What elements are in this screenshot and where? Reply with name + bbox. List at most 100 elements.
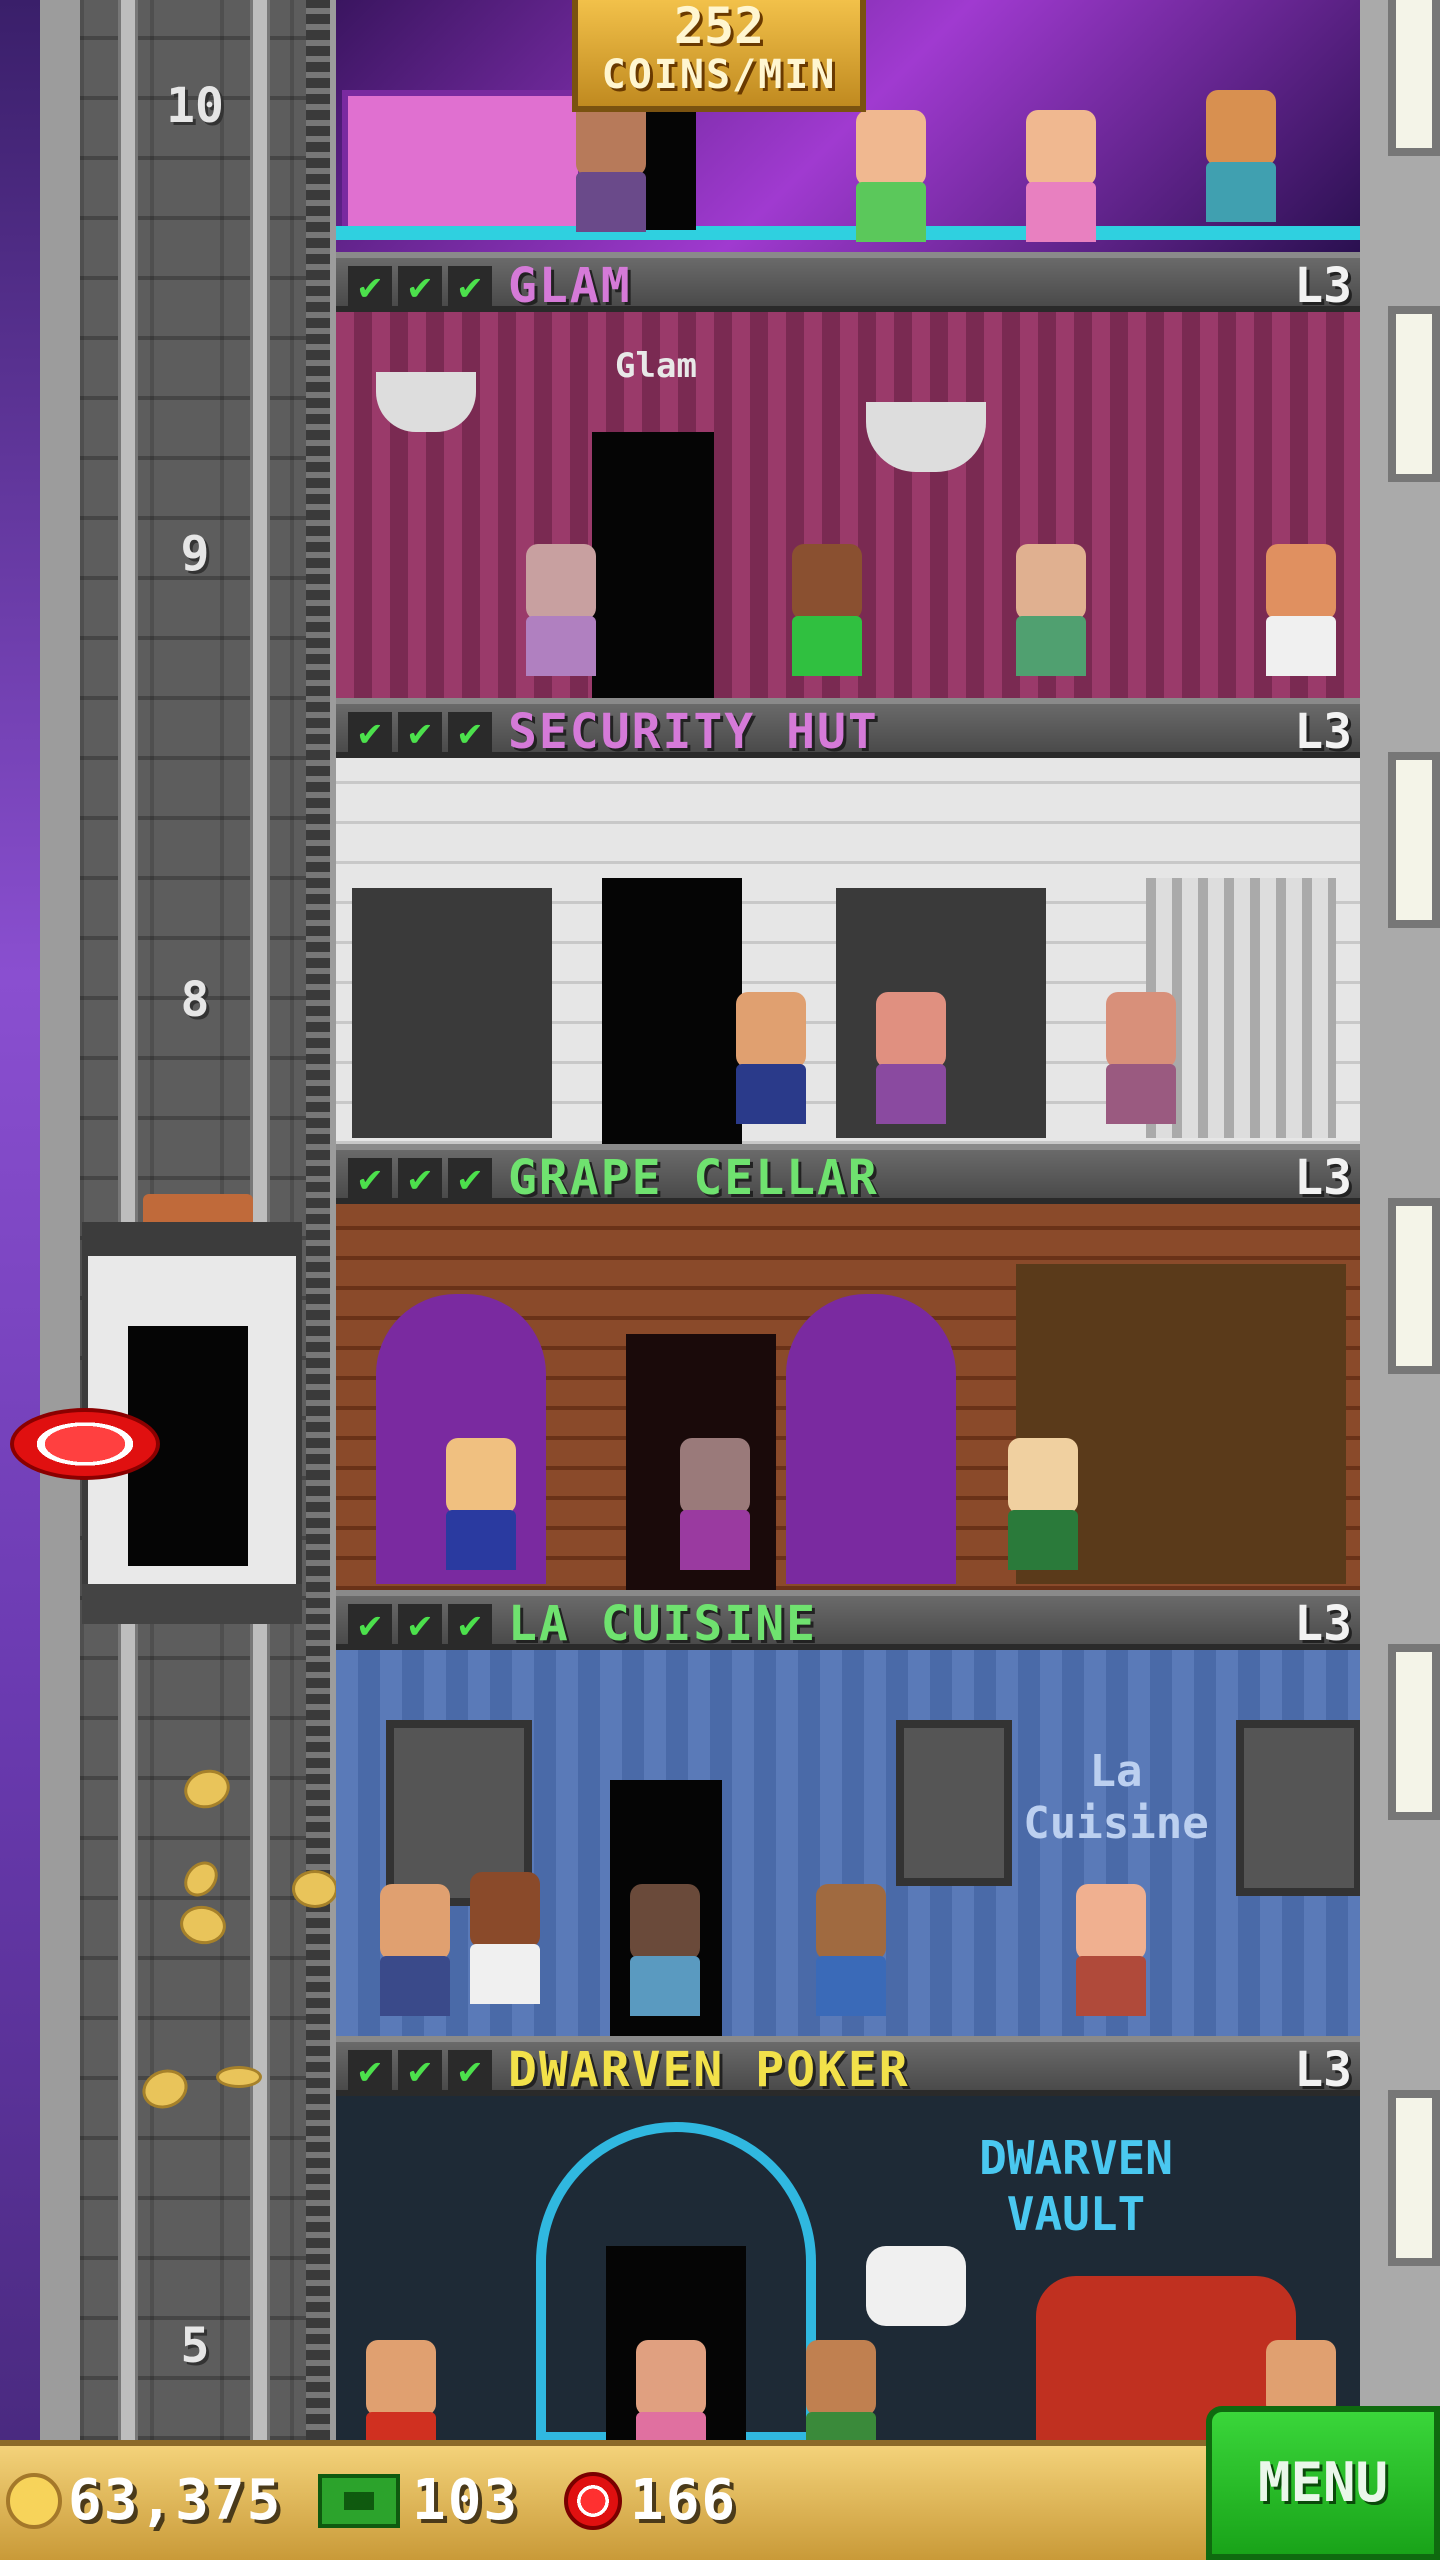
wall-window: [1388, 2090, 1440, 2266]
tenant-avatar[interactable]: [576, 100, 646, 232]
shaft-floor-number-9: 9: [180, 526, 210, 582]
wall-painting: [896, 1720, 1012, 1886]
elevator-rail-left: [118, 0, 138, 2440]
tenant-avatar[interactable]: [1266, 544, 1336, 676]
stock-checks: ✔ ✔ ✔: [348, 1604, 492, 1644]
coins-per-minute-value: 252: [673, 0, 765, 55]
floor-name: DWARVEN POKER: [508, 2042, 910, 2098]
floor-header-dwarven-poker[interactable]: ✔ ✔ ✔ DWARVEN POKER L3: [336, 2036, 1360, 2098]
tenant-avatar[interactable]: [792, 544, 862, 676]
wall-painting: [1236, 1720, 1360, 1896]
tenant-avatar[interactable]: [636, 2340, 706, 2440]
room-glam[interactable]: Glam: [336, 312, 1360, 698]
wine-rack: [786, 1294, 956, 1584]
room-dwarven-poker[interactable]: DWARVEN VAULT: [336, 2096, 1360, 2440]
floor-level: L3: [1294, 704, 1352, 760]
floor-name: SECURITY HUT: [508, 704, 879, 760]
room-door: [592, 432, 714, 698]
stock-checks: ✔ ✔ ✔: [348, 2050, 492, 2090]
check-icon: ✔: [448, 712, 492, 752]
dance-floor-edge: [336, 226, 1360, 240]
chips-value: 166: [630, 2468, 738, 2533]
coin-icon[interactable]: [292, 1870, 338, 1908]
coins-value: 63,375: [68, 2468, 283, 2533]
floor-header-grape-cellar[interactable]: ✔ ✔ ✔ GRAPE CELLAR L3: [336, 1144, 1360, 1206]
chandelier: [376, 372, 476, 432]
chandelier: [866, 402, 986, 472]
floor-header-la-cuisine[interactable]: ✔ ✔ ✔ LA CUISINE L3: [336, 1590, 1360, 1652]
tenant-avatar[interactable]: [1016, 544, 1086, 676]
check-icon: ✔: [398, 2050, 442, 2090]
tenant-avatar[interactable]: [1076, 1884, 1146, 2016]
room-la-cuisine[interactable]: La Cuisine: [336, 1650, 1360, 2036]
tenant-avatar[interactable]: [380, 1884, 450, 2016]
coins-per-minute-label: COINS/MIN: [601, 52, 837, 98]
dwarven-vault-sign: DWARVEN VAULT: [979, 2131, 1173, 2241]
floor-level: L3: [1294, 258, 1352, 314]
security-monitors: [352, 888, 552, 1138]
wall-window: [1388, 0, 1440, 156]
wall-window: [1388, 1198, 1440, 1374]
coins-per-minute-banner[interactable]: 252 COINS/MIN: [572, 0, 866, 112]
check-icon: ✔: [398, 1158, 442, 1198]
check-icon: ✔: [398, 1604, 442, 1644]
tenant-avatar[interactable]: [1008, 1438, 1078, 1570]
floor-name: LA CUISINE: [508, 1596, 817, 1652]
room-grape-cellar[interactable]: [336, 1204, 1360, 1590]
tenant-avatar[interactable]: [366, 2340, 436, 2440]
floor-level: L3: [1294, 1596, 1352, 1652]
poker-chip-button[interactable]: [10, 1408, 160, 1480]
poker-chip-icon: [564, 2471, 622, 2530]
disco-table: [342, 90, 584, 232]
check-icon: ✔: [448, 2050, 492, 2090]
menu-button[interactable]: MENU: [1206, 2406, 1440, 2560]
check-icon: ✔: [348, 1158, 392, 1198]
tenant-avatar[interactable]: [806, 2340, 876, 2440]
tenant-avatar[interactable]: [446, 1438, 516, 1570]
tenant-avatar[interactable]: [1206, 90, 1276, 222]
coin-icon[interactable]: [216, 2066, 262, 2088]
shaft-floor-number-10: 10: [166, 78, 224, 134]
wall-window: [1388, 1644, 1440, 1820]
floor-header-security-hut[interactable]: ✔ ✔ ✔ SECURITY HUT L3: [336, 698, 1360, 760]
tenant-avatar[interactable]: [876, 992, 946, 1124]
floor-level: L3: [1294, 2042, 1352, 2098]
shaft-floor-number-8: 8: [180, 972, 210, 1028]
tenant-avatar[interactable]: [1026, 110, 1096, 242]
stock-checks: ✔ ✔ ✔: [348, 1158, 492, 1198]
la-cuisine-sign: La Cuisine: [1023, 1746, 1209, 1849]
coins-counter[interactable]: 63,375: [6, 2468, 282, 2533]
tenant-avatar[interactable]: [816, 1884, 886, 2016]
tenant-avatar[interactable]: [470, 1872, 540, 2004]
check-icon: ✔: [448, 266, 492, 306]
floor-name: GRAPE CELLAR: [508, 1150, 879, 1206]
room-door: [602, 878, 742, 1144]
shaft-floor-number-5: 5: [180, 2318, 210, 2374]
tenant-avatar[interactable]: [630, 1884, 700, 2016]
elevator-top: [82, 1222, 302, 1252]
check-icon: ✔: [398, 266, 442, 306]
bux-counter[interactable]: 103: [318, 2468, 519, 2533]
check-icon: ✔: [448, 1158, 492, 1198]
floor-header-glam[interactable]: ✔ ✔ ✔ GLAM L3: [336, 252, 1360, 314]
chips-counter[interactable]: 166: [564, 2468, 737, 2533]
elevator-chain: [306, 0, 330, 2440]
stock-checks: ✔ ✔ ✔: [348, 712, 492, 752]
check-icon: ✔: [398, 712, 442, 752]
floor-level: L3: [1294, 1150, 1352, 1206]
tenant-avatar[interactable]: [526, 544, 596, 676]
tenant-avatar[interactable]: [736, 992, 806, 1124]
check-icon: ✔: [348, 712, 392, 752]
tenant-avatar[interactable]: [680, 1438, 750, 1570]
thought-bubble[interactable]: [866, 2246, 966, 2326]
elevator-vent: [143, 1194, 253, 1224]
elevator-base: [82, 1584, 302, 1624]
tenant-avatar[interactable]: [856, 110, 926, 242]
coin-icon: [6, 2472, 62, 2529]
check-icon: ✔: [348, 1604, 392, 1644]
floor-name: GLAM: [508, 258, 632, 314]
tenant-avatar[interactable]: [1106, 992, 1176, 1124]
wall-window: [1388, 306, 1440, 482]
room-security-hut[interactable]: [336, 758, 1360, 1144]
check-icon: ✔: [348, 266, 392, 306]
